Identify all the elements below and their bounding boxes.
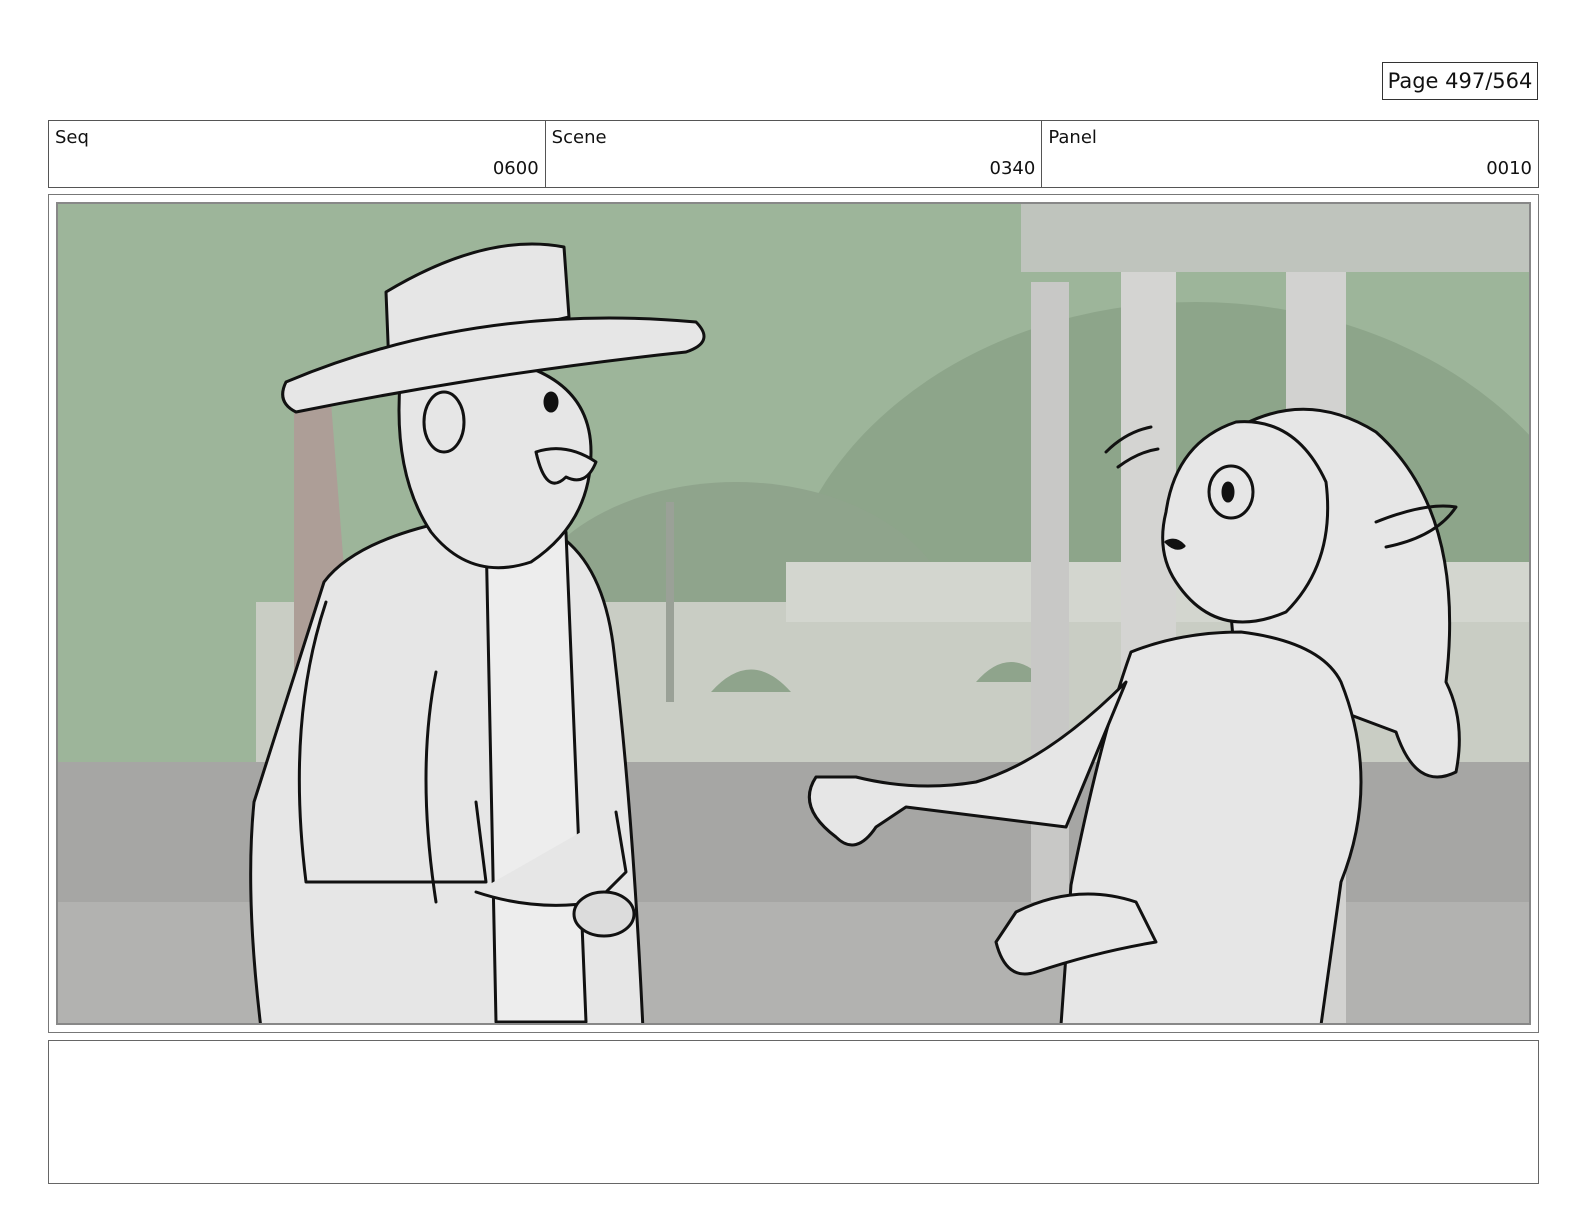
man-eye bbox=[543, 391, 559, 413]
panel-value: 0010 bbox=[1486, 158, 1533, 179]
storyboard-drawing bbox=[56, 202, 1531, 1025]
man-ear bbox=[422, 390, 466, 454]
panel-cell: Panel 0010 bbox=[1042, 121, 1538, 187]
scene-label: Scene bbox=[551, 127, 607, 148]
seq-cell: Seq 0600 bbox=[49, 121, 546, 187]
seq-label: Seq bbox=[55, 127, 89, 148]
storyboard-frame bbox=[48, 194, 1539, 1033]
panel-info-header: Seq 0600 Scene 0340 Panel 0010 bbox=[48, 120, 1539, 188]
seq-value: 0600 bbox=[492, 158, 539, 179]
page-number: Page 497/564 bbox=[1382, 62, 1538, 100]
scene-cell: Scene 0340 bbox=[546, 121, 1043, 187]
panel-label: Panel bbox=[1048, 127, 1097, 148]
belt-buckle bbox=[572, 890, 636, 938]
panel-notes-box[interactable] bbox=[48, 1040, 1539, 1184]
woman-eye bbox=[1221, 481, 1235, 503]
lamp-post bbox=[666, 502, 674, 702]
roof-beam bbox=[1021, 202, 1531, 272]
scene-value: 0340 bbox=[989, 158, 1036, 179]
